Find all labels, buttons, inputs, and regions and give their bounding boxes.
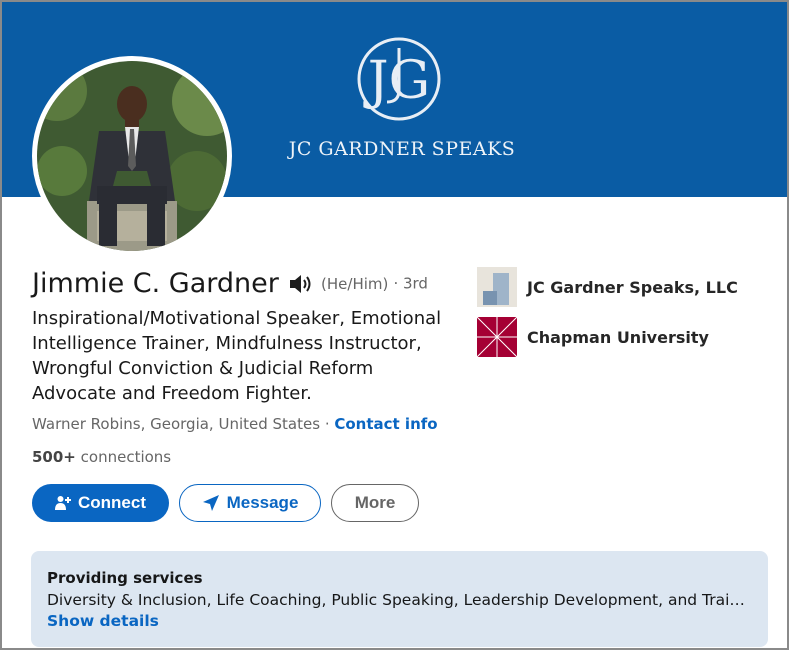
profile-headline: Inspirational/Motivational Speaker, Emot… [32, 308, 442, 404]
contact-info-link[interactable]: Contact info [334, 415, 437, 433]
location-text: Warner Robins, Georgia, United States [32, 415, 321, 433]
company-logo-icon [477, 267, 517, 307]
more-button[interactable]: More [331, 484, 419, 522]
connect-button[interactable]: Connect [32, 484, 169, 522]
pronouns: (He/Him) [321, 274, 389, 293]
org-name: Chapman University [527, 327, 709, 347]
avatar-photo [37, 61, 227, 251]
speaker-icon[interactable] [288, 272, 314, 296]
message-button[interactable]: Message [179, 484, 321, 522]
connect-label: Connect [78, 493, 146, 512]
jg-monogram-logo: JG [357, 37, 441, 121]
show-details-link[interactable]: Show details [47, 612, 752, 630]
add-person-icon [55, 496, 71, 510]
services-list: Diversity & Inclusion, Life Coaching, Pu… [47, 591, 747, 609]
university-logo-icon [477, 317, 517, 357]
location-row: Warner Robins, Georgia, United States · … [32, 415, 438, 433]
services-card: Providing services Diversity & Inclusion… [31, 551, 768, 647]
org-name: JC Gardner Speaks, LLC [527, 277, 738, 297]
org-education[interactable]: Chapman University [477, 317, 709, 357]
message-label: Message [226, 493, 299, 512]
services-title: Providing services [47, 569, 203, 587]
profile-name: Jimmie C. Gardner [32, 268, 279, 299]
name-row: Jimmie C. Gardner (He/Him) · 3rd [32, 268, 428, 299]
connection-degree: · 3rd [393, 274, 428, 293]
connections-label: connections [75, 448, 172, 466]
connections-number: 500+ [32, 448, 76, 466]
more-label: More [354, 493, 396, 512]
profile-card: JG JC GARDNER SPEAKS Jimmie C. Gardner (… [0, 0, 789, 650]
connections-count[interactable]: 500+ connections [32, 448, 171, 466]
org-current-company[interactable]: JC Gardner Speaks, LLC [477, 267, 738, 307]
profile-avatar[interactable] [32, 56, 232, 256]
monogram-g: JG [363, 51, 430, 111]
location-separator: · [320, 415, 335, 433]
banner-brand-text: JC GARDNER SPEAKS [288, 138, 516, 160]
send-icon [202, 495, 219, 511]
